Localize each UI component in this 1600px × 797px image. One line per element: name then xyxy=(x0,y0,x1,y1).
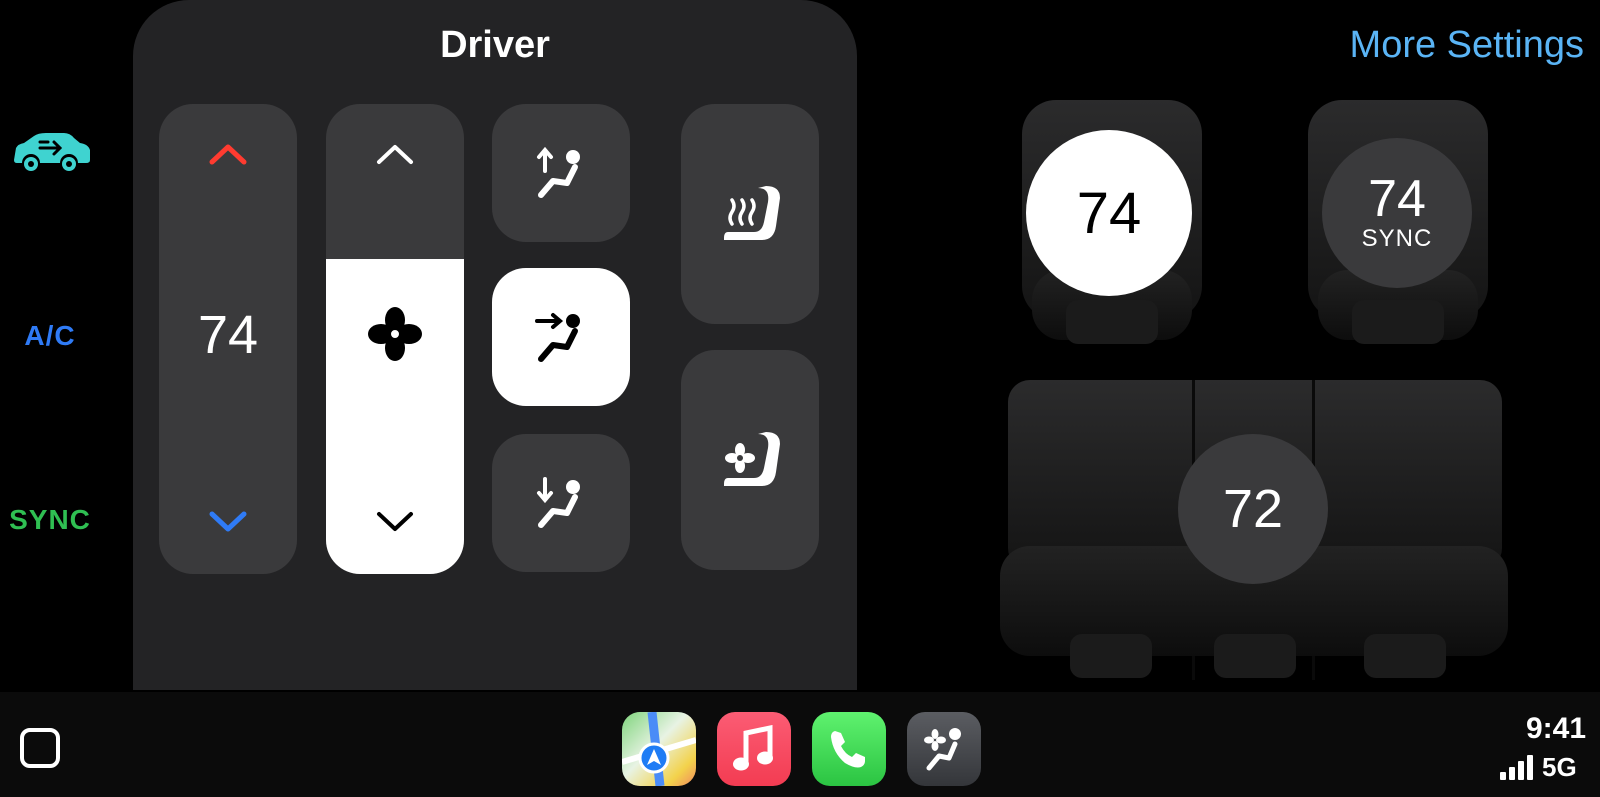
music-app-button[interactable] xyxy=(717,712,791,786)
ac-button[interactable]: A/C xyxy=(0,320,100,352)
seat-cool-button[interactable] xyxy=(681,350,819,570)
more-settings-link[interactable]: More Settings xyxy=(1350,24,1584,67)
chevron-down-icon xyxy=(377,512,413,531)
climate-icon xyxy=(924,728,961,771)
rear-temp: 72 xyxy=(1222,479,1284,539)
fan-icon xyxy=(368,307,422,361)
chevron-up-icon xyxy=(377,145,413,164)
car-recirculation-icon xyxy=(14,133,90,171)
maps-icon xyxy=(622,712,696,786)
passenger-seat-temp: 74 xyxy=(1368,170,1426,228)
passenger-sync-label: SYNC xyxy=(1361,225,1433,252)
car-recirculation-button[interactable] xyxy=(8,126,94,176)
rear-cushion-left xyxy=(1070,634,1152,678)
driver-seat-cushion xyxy=(1066,300,1158,344)
passenger-seat-temp-button[interactable]: 74 SYNC xyxy=(1322,138,1472,288)
driver-climate-panel: Driver 74 xyxy=(133,0,857,690)
rear-cushion-center xyxy=(1214,634,1296,678)
airflow-face-button[interactable] xyxy=(492,268,630,406)
music-note-icon xyxy=(733,725,773,771)
vent-down-icon xyxy=(537,477,580,528)
driver-seat-temp: 74 xyxy=(1076,180,1142,246)
rear-temp-button[interactable]: 72 xyxy=(1178,434,1328,584)
phone-icon xyxy=(831,731,865,768)
seat-heat-icon xyxy=(724,186,780,240)
fan-speed-slider[interactable] xyxy=(326,104,464,574)
driver-seat-temp-button[interactable]: 74 xyxy=(1026,130,1192,296)
sync-button[interactable]: SYNC xyxy=(0,504,100,536)
temperature-down-button[interactable] xyxy=(159,492,297,552)
clock: 9:41 xyxy=(1525,712,1586,745)
seat-heat-button[interactable] xyxy=(681,104,819,324)
airflow-windshield-button[interactable] xyxy=(492,104,630,242)
rear-cushion-right xyxy=(1364,634,1446,678)
signal-bars-icon xyxy=(1500,754,1540,780)
passenger-seat-cushion xyxy=(1352,300,1444,344)
phone-app-button[interactable] xyxy=(812,712,886,786)
driver-temperature-value: 74 xyxy=(197,305,259,365)
fan-icon-wrap xyxy=(326,304,464,364)
maps-app-button[interactable] xyxy=(622,712,696,786)
dock xyxy=(0,692,1600,797)
airflow-floor-button[interactable] xyxy=(492,434,630,572)
fan-up-button[interactable] xyxy=(326,124,464,184)
fan-down-button[interactable] xyxy=(326,492,464,552)
network-label: 5G xyxy=(1542,752,1577,782)
home-button[interactable] xyxy=(20,728,60,768)
vent-face-icon xyxy=(535,313,580,362)
seat-cool-icon xyxy=(724,432,780,486)
temperature-up-button[interactable] xyxy=(159,124,297,184)
chevron-up-icon xyxy=(209,144,247,165)
climate-app-button[interactable] xyxy=(907,712,981,786)
panel-title: Driver xyxy=(440,24,550,66)
temperature-control: 74 xyxy=(159,104,297,574)
chevron-down-icon xyxy=(209,511,247,532)
vent-up-icon xyxy=(537,146,580,198)
